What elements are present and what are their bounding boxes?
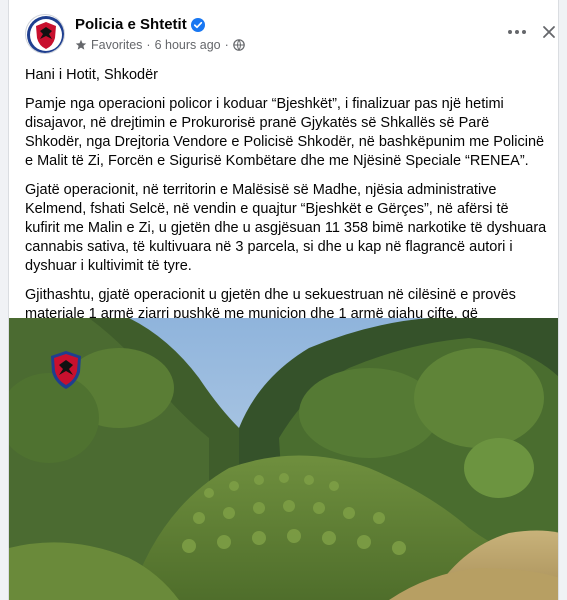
mountain-field-photo (9, 318, 558, 600)
more-options-icon[interactable] (505, 22, 529, 42)
post-photo[interactable] (9, 318, 558, 600)
facebook-post-card: Policia e Shtetit Favorites · 6 hours ag… (8, 0, 559, 600)
verified-badge-icon (190, 17, 205, 32)
audience-label[interactable]: Favorites (91, 38, 142, 52)
police-emblem-icon (51, 351, 81, 389)
post-timestamp[interactable]: 6 hours ago (155, 38, 221, 52)
star-icon (75, 39, 87, 50)
post-paragraph: Pamje nga operacioni policor i koduar “B… (25, 96, 545, 169)
page-name[interactable]: Policia e Shtetit (75, 16, 187, 33)
post-meta: Favorites · 6 hours ago · (75, 38, 245, 52)
post-body: Hani i Hotit, Shkodër Pamje nga operacio… (25, 66, 547, 353)
meta-separator: · (146, 38, 151, 52)
post-paragraph: Gjatë operacionit, në territorin e Malës… (25, 182, 547, 274)
close-icon[interactable] (539, 22, 559, 42)
police-emblem-icon (27, 16, 64, 53)
page-name-row: Policia e Shtetit (75, 16, 205, 33)
globe-icon[interactable] (232, 39, 245, 51)
page-avatar[interactable] (25, 14, 65, 54)
post-header: Policia e Shtetit Favorites · 6 hours ag… (25, 14, 555, 56)
meta-separator: · (224, 38, 229, 52)
post-location: Hani i Hotit, Shkodër (25, 67, 158, 83)
